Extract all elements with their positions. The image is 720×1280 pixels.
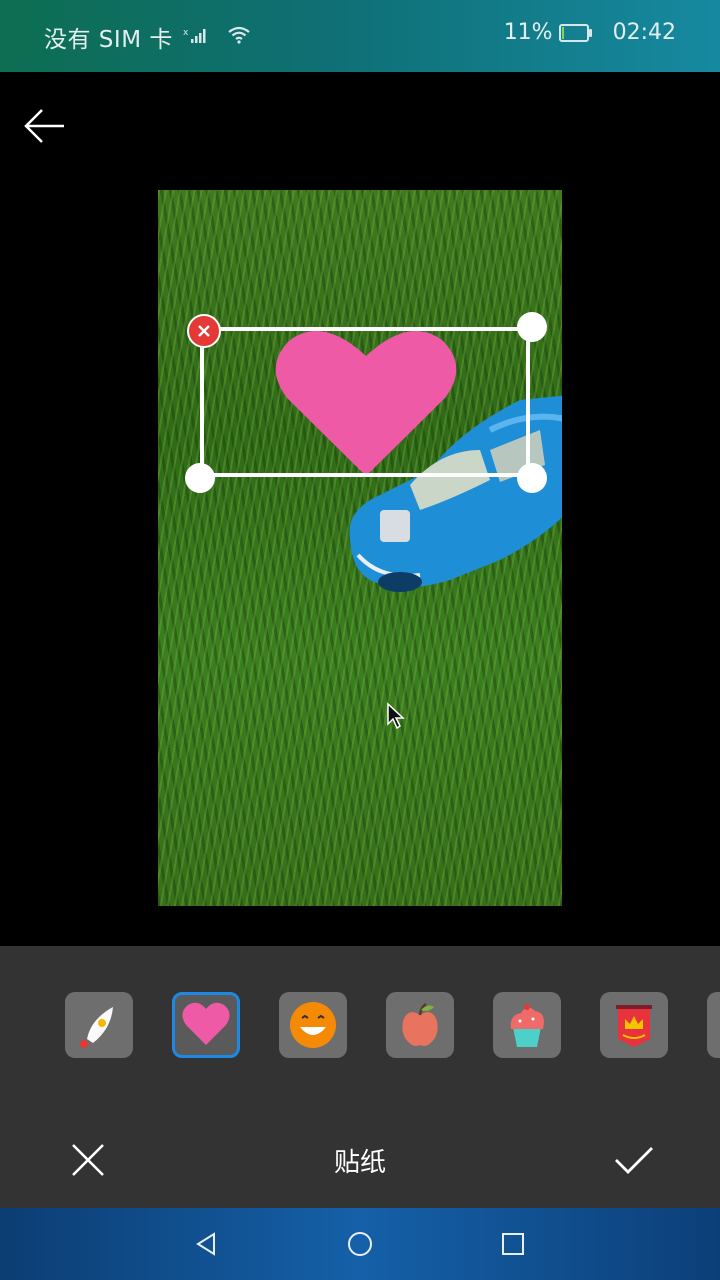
cupcake-icon (510, 1004, 544, 1047)
back-triangle-icon (196, 1232, 215, 1256)
action-bar: 贴纸 (0, 1130, 720, 1190)
resize-handle-bottom-right[interactable] (517, 463, 547, 493)
battery-fill (561, 26, 565, 39)
sticker-item-rocket[interactable] (65, 992, 133, 1058)
smiley-face-icon (290, 1002, 336, 1048)
battery-icon (558, 23, 592, 42)
sticker-item-heart[interactable] (172, 992, 240, 1058)
partial-sticker-icon (715, 999, 720, 1051)
resize-handle-top-right[interactable] (517, 312, 547, 342)
arrow-left-icon (24, 109, 64, 143)
status-right: 11% 02:42 (504, 20, 676, 45)
delete-sticker-button[interactable] (187, 314, 221, 348)
sticker-selection-box[interactable] (200, 327, 530, 477)
sim-status-text: 没有 SIM 卡 (44, 27, 173, 53)
mouse-cursor-icon (387, 702, 405, 730)
wifi-icon (227, 24, 251, 50)
confirm-button[interactable] (612, 1138, 656, 1182)
sticker-item-partial[interactable] (707, 992, 720, 1058)
check-icon (615, 1147, 653, 1174)
sticker-item-apple[interactable] (386, 992, 454, 1058)
sticker-strip[interactable] (0, 992, 720, 1062)
recents-square-icon (502, 1233, 524, 1255)
heart-icon (182, 1002, 230, 1045)
nav-home-button[interactable] (344, 1228, 376, 1260)
crown-banner-icon (616, 1005, 652, 1047)
sticker-item-crown-banner[interactable] (600, 992, 668, 1058)
status-left: 没有 SIM 卡 x (44, 20, 251, 54)
photo-canvas[interactable] (158, 190, 562, 906)
status-bar: 没有 SIM 卡 x 11% 02:42 (0, 0, 720, 72)
nav-back-button[interactable] (192, 1228, 224, 1260)
sticker-panel: 贴纸 (0, 946, 720, 1208)
sticker-item-cupcake[interactable] (493, 992, 561, 1058)
signal-icon: x (183, 24, 209, 50)
battery-percent: 11% (503, 20, 553, 45)
rocket-icon (80, 1007, 113, 1048)
back-button[interactable] (20, 104, 72, 148)
sticker-item-smiley[interactable] (279, 992, 347, 1058)
resize-handle-bottom-left[interactable] (185, 463, 215, 493)
close-icon (198, 325, 210, 337)
svg-text:x: x (183, 28, 189, 38)
clock: 02:42 (612, 20, 676, 45)
apple-icon (402, 1002, 438, 1046)
system-nav-bar (0, 1208, 720, 1280)
nav-recents-button[interactable] (497, 1228, 529, 1260)
home-circle-icon (348, 1232, 372, 1256)
